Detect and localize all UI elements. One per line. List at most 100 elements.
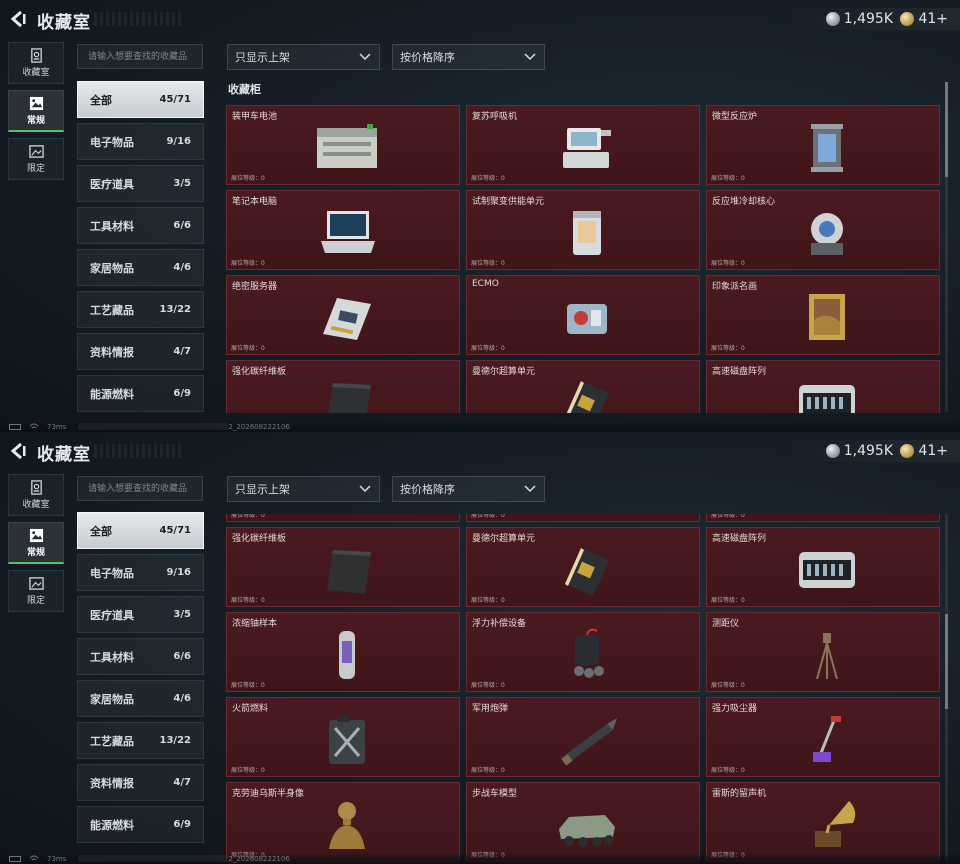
collection-item-card[interactable]: 克劳迪乌斯半身像 展位等级：0 xyxy=(226,782,460,862)
collection-item-card[interactable]: 复苏呼吸机 展位等级：0 xyxy=(466,105,700,185)
category-item[interactable]: 资料情报 4/7 xyxy=(77,333,204,370)
item-name: 强力吸尘器 xyxy=(712,704,758,714)
collection-item-card[interactable]: 高速磁盘阵列展位等级：0 xyxy=(706,527,940,607)
item-level: 展位等级：0 xyxy=(231,343,265,352)
collection-item-card[interactable]: 装甲车电池 展位等级：0 xyxy=(226,105,460,185)
collection-item-card[interactable]: ECMO展位等级：0 xyxy=(466,275,700,355)
collection-item-card[interactable]: ECMO展位等级：0 xyxy=(466,514,700,522)
grid-scroll-thumb[interactable] xyxy=(945,614,948,709)
collection-grid-viewport[interactable]: 绝密服务器展位等级：0 ECMO展位等级：0 印象派名画展位等级：0 强化碳纤维板展位… xyxy=(226,514,942,864)
category-item[interactable]: 资料情报 4/7 xyxy=(77,764,204,801)
item-level: 展位等级：0 xyxy=(711,514,745,519)
grid-scrollbar[interactable] xyxy=(945,514,948,864)
collection-item-card[interactable]: 绝密服务器展位等级：0 xyxy=(226,275,460,355)
side-nav-regular[interactable]: 常规 xyxy=(8,522,64,564)
carbon-plate-icon xyxy=(309,375,385,413)
collection-item-card[interactable]: 绝密服务器展位等级：0 xyxy=(226,514,460,522)
category-count: 6/9 xyxy=(173,819,191,830)
side-nav-limited[interactable]: 限定 xyxy=(8,138,64,180)
collection-item-card[interactable]: 反应堆冷却核心 展位等级：0 xyxy=(706,190,940,270)
collection-grid-viewport[interactable]: 装甲车电池 展位等级：0 复苏呼吸机 展位等级：0 微型反应炉 展位等级：0 笔记本电脑 展位… xyxy=(226,105,942,413)
collection-item-card[interactable]: 印象派名画展位等级：0 xyxy=(706,514,940,522)
side-nav-regular[interactable]: 常规 xyxy=(8,90,64,132)
collection-item-card[interactable]: 高速磁盘阵列展位等级：0 xyxy=(706,360,940,413)
silver-currency[interactable]: 1,495K xyxy=(825,441,893,461)
item-level-label: 展位等级： xyxy=(711,682,742,689)
search-input[interactable] xyxy=(77,44,203,69)
side-nav-vault[interactable]: 收藏室 xyxy=(8,42,64,84)
item-level-value: 0 xyxy=(741,767,745,774)
item-level-label: 展位等级： xyxy=(471,345,502,352)
shelf-filter-dropdown[interactable]: 只显示上架 xyxy=(227,44,380,70)
side-nav-vault[interactable]: 收藏室 xyxy=(8,474,64,516)
collection-item-card[interactable]: 试制聚变供能单元 展位等级：0 xyxy=(466,190,700,270)
sort-dropdown[interactable]: 按价格降序 xyxy=(392,44,545,70)
grid-scrollbar[interactable] xyxy=(945,82,948,412)
side-nav-limited[interactable]: 限定 xyxy=(8,570,64,612)
item-level: 展位等级：0 xyxy=(471,173,505,182)
item-name: 试制聚变供能单元 xyxy=(472,197,545,207)
shelf-filter-dropdown[interactable]: 只显示上架 xyxy=(227,476,380,502)
category-item[interactable]: 电子物品 9/16 xyxy=(77,123,204,160)
side-nav-label: 限定 xyxy=(26,596,45,606)
collection-item-card[interactable]: 步战车模型 展位等级：0 xyxy=(466,782,700,862)
item-level: 展位等级：0 xyxy=(231,514,265,519)
silver-amount: 1,495K xyxy=(843,443,893,459)
category-label: 全部 xyxy=(90,93,112,107)
item-level-value: 0 xyxy=(741,597,745,604)
category-item[interactable]: 工艺藏品 13/22 xyxy=(77,291,204,328)
grid-scroll-thumb[interactable] xyxy=(945,82,948,177)
category-item[interactable]: 全部 45/71 xyxy=(77,512,204,549)
category-item[interactable]: 医疗道具 3/5 xyxy=(77,596,204,633)
collection-item-card[interactable]: 印象派名画展位等级：0 xyxy=(706,275,940,355)
category-label: 电子物品 xyxy=(90,566,134,580)
collection-item-card[interactable]: 强力吸尘器 展位等级：0 xyxy=(706,697,940,777)
category-item[interactable]: 家居物品 4/6 xyxy=(77,249,204,286)
armored-battery-icon xyxy=(309,120,385,176)
collection-item-card[interactable]: 浮力补偿设备 展位等级：0 xyxy=(466,612,700,692)
collection-item-card[interactable]: 军用炮弹 展位等级：0 xyxy=(466,697,700,777)
item-name: 微型反应炉 xyxy=(712,112,758,122)
collection-item-card[interactable]: 强化碳纤维板展位等级：0 xyxy=(226,360,460,413)
category-item[interactable]: 电子物品 9/16 xyxy=(77,554,204,591)
item-level: 展位等级：0 xyxy=(711,343,745,352)
search-input[interactable] xyxy=(77,476,203,501)
ventilator-icon xyxy=(549,120,625,176)
item-level-value: 0 xyxy=(501,260,505,267)
cooling-core-icon xyxy=(789,205,865,261)
silver-currency[interactable]: 1,495K xyxy=(825,9,893,29)
item-level-value: 0 xyxy=(741,682,745,689)
sort-dropdown[interactable]: 按价格降序 xyxy=(392,476,545,502)
collection-screen-bottom: 收藏室 1,495K 41+ 收藏室 常规 限定 请输入想要查找的收藏品 只显示… xyxy=(0,432,960,864)
category-item[interactable]: 家居物品 4/6 xyxy=(77,680,204,717)
back-arrow-icon[interactable] xyxy=(8,441,28,461)
category-item[interactable]: 工艺藏品 13/22 xyxy=(77,722,204,759)
ifv-model-icon xyxy=(549,797,625,853)
collection-item-card[interactable]: 笔记本电脑 展位等级：0 xyxy=(226,190,460,270)
category-item[interactable]: 全部 45/71 xyxy=(77,81,204,118)
fuel-canister-icon xyxy=(309,712,385,768)
collection-item-card[interactable]: 浓缩铀样本 展位等级：0 xyxy=(226,612,460,692)
category-item[interactable]: 工具材料 6/6 xyxy=(77,638,204,675)
collection-item-card[interactable]: 曼德尔超算单元展位等级：0 xyxy=(466,360,700,413)
category-item[interactable]: 工具材料 6/6 xyxy=(77,207,204,244)
back-arrow-icon[interactable] xyxy=(8,9,28,29)
gold-currency[interactable]: 41+ xyxy=(900,441,948,461)
category-label: 家居物品 xyxy=(90,692,134,706)
item-name: 高速磁盘阵列 xyxy=(712,534,767,544)
category-item[interactable]: 医疗道具 3/5 xyxy=(77,165,204,202)
category-label: 资料情报 xyxy=(90,345,134,359)
gold-currency[interactable]: 41+ xyxy=(900,9,948,29)
collection-item-card[interactable]: 雷斯的留声机 展位等级：0 xyxy=(706,782,940,862)
collection-item-card[interactable]: 火箭燃料 展位等级：0 xyxy=(226,697,460,777)
collection-item-card[interactable]: 测距仪 展位等级：0 xyxy=(706,612,940,692)
category-count: 9/16 xyxy=(166,136,191,147)
category-count: 13/22 xyxy=(159,304,191,315)
category-item[interactable]: 能源燃料 6/9 xyxy=(77,806,204,843)
collection-item-card[interactable]: 曼德尔超算单元展位等级：0 xyxy=(466,527,700,607)
collection-item-card[interactable]: 微型反应炉 展位等级：0 xyxy=(706,105,940,185)
collection-item-card[interactable]: 强化碳纤维板展位等级：0 xyxy=(226,527,460,607)
cabinet-title: 收藏柜 xyxy=(228,83,261,96)
item-level-value: 0 xyxy=(741,345,745,352)
category-item[interactable]: 能源燃料 6/9 xyxy=(77,375,204,412)
